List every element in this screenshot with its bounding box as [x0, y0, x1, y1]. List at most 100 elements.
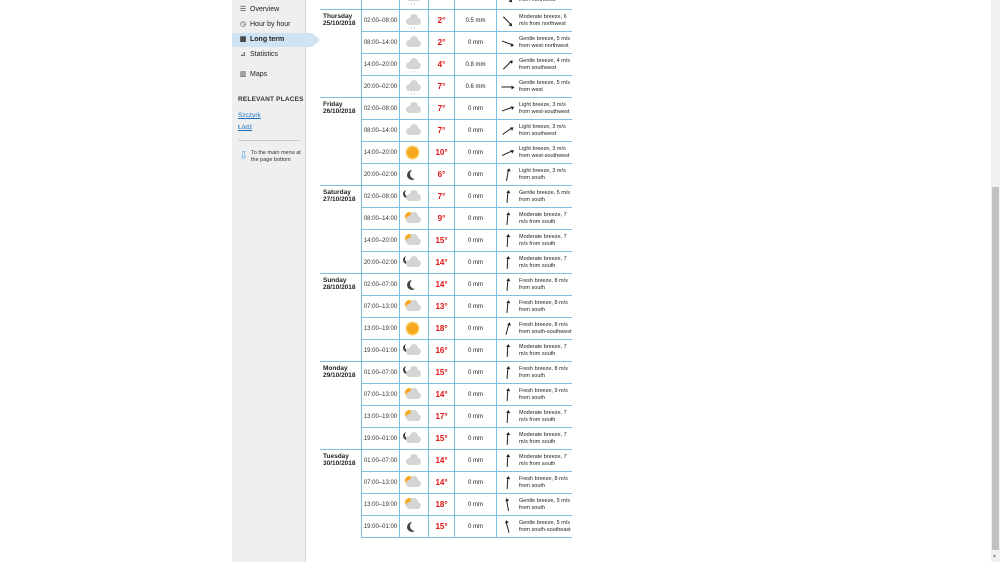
cloud-icon	[404, 123, 424, 138]
precipitation-cell: 0.9 mm	[454, 0, 497, 10]
wind-direction-icon	[506, 388, 509, 401]
wind-direction-icon	[506, 344, 509, 357]
wind-cell: Moderate breeze, 7 m/s from south	[518, 405, 572, 428]
precipitation-cell: 0 mm	[454, 141, 497, 164]
time-cell: 14:00–20:00	[361, 53, 400, 76]
day-cell	[320, 0, 362, 10]
sun-cloud-icon	[404, 497, 424, 512]
temperature-cell: 14°	[428, 251, 455, 274]
wind-cell: Gentle breeze, 5 m/s from south-southeas…	[518, 515, 572, 538]
day-date: 29/10/2018	[323, 372, 356, 379]
moon-cloud-icon	[404, 255, 424, 270]
day-date: 30/10/2018	[323, 460, 356, 467]
cloud-icon	[404, 35, 424, 50]
precipitation-cell: 0.8 mm	[454, 53, 497, 76]
wind-cell: Light breeze, 3 m/s from southwest	[518, 119, 572, 142]
weather-icon-cell	[399, 383, 429, 406]
temperature-cell: 7°	[428, 185, 455, 208]
cloud-icon	[404, 453, 424, 468]
temperature-cell: 7°	[428, 97, 455, 120]
precipitation-cell: 0 mm	[454, 471, 497, 494]
wind-arrow-cell	[496, 141, 518, 164]
precipitation-cell: 0 mm	[454, 339, 497, 362]
day-date: 27/10/2018	[323, 196, 356, 203]
place-link-szczyrk[interactable]: Szczyrk	[238, 112, 261, 119]
cloud-icon	[404, 101, 424, 116]
map-icon: ▥	[239, 71, 247, 78]
weather-icon-cell	[399, 273, 429, 296]
day-cell: Tuesday 30/10/2018	[320, 449, 362, 538]
forecast-row: Monday 29/10/2018 01:00–07:00 15° 0 mm Fresh …	[320, 361, 572, 450]
moon-cloud-icon	[404, 189, 424, 204]
temperature-cell: 15°	[428, 427, 455, 450]
nav-label: Long term	[250, 36, 285, 43]
sun-cloud-icon	[404, 409, 424, 424]
weather-icon-cell	[399, 317, 429, 340]
moon-icon	[404, 168, 424, 182]
clock-icon: ◷	[239, 21, 247, 28]
temperature-cell: 9°	[428, 207, 455, 230]
time-cell: 14:00–20:00	[361, 229, 400, 252]
wind-arrow-cell	[496, 185, 518, 208]
vertical-scrollbar[interactable]: ▼	[991, 0, 1000, 562]
wind-cell: Fresh breeze, 8 m/s from south	[518, 273, 572, 296]
weather-icon-cell	[399, 405, 429, 428]
nav-item-long-term[interactable]: ▦ Long term	[232, 33, 320, 47]
sun-icon	[404, 146, 424, 160]
day-cell: Thursday 25/10/2018	[320, 9, 362, 98]
temperature-cell: 13°	[428, 295, 455, 318]
weather-icon-cell: , ,	[399, 0, 429, 10]
wind-arrow-cell	[496, 317, 518, 340]
temperature-cell: 10°	[428, 141, 455, 164]
wind-direction-icon	[506, 300, 509, 313]
scrollbar-thumb[interactable]	[992, 187, 999, 550]
precipitation-cell: 0 mm	[454, 31, 497, 54]
wind-cell: Fresh breeze, 8 m/s from south	[518, 295, 572, 318]
precipitation-cell: 0 mm	[454, 515, 497, 538]
time-cell: 07:00–13:00	[361, 295, 400, 318]
nav-item-hour-by-hour[interactable]: ◷ Hour by hour	[232, 18, 305, 32]
temperature-cell: 18°	[428, 317, 455, 340]
time-cell: 20:00–02:00	[361, 75, 400, 98]
wind-arrow-cell	[496, 427, 518, 450]
forecast-row: Sunday 28/10/2018 02:00–07:00 14° 0 mm Fresh …	[320, 273, 572, 362]
wind-direction-icon	[506, 256, 509, 269]
wind-cell: Light breeze, 3 m/s from south	[518, 163, 572, 186]
precipitation-cell: 0 mm	[454, 295, 497, 318]
calendar-icon: ▦	[239, 36, 247, 43]
precipitation-cell: 0.6 mm	[454, 75, 497, 98]
time-cell: 01:00–07:00	[361, 449, 400, 472]
weather-icon-cell	[399, 185, 429, 208]
time-cell: 08:00–14:00	[361, 207, 400, 230]
scroll-down-icon[interactable]: ▼	[992, 554, 997, 560]
nav-item-overview[interactable]: ☰ Overview	[232, 3, 305, 17]
wind-arrow-cell	[496, 405, 518, 428]
wind-cell: Moderate breeze, 7 m/s from south	[518, 449, 572, 472]
precipitation-cell: 0 mm	[454, 229, 497, 252]
weather-icon-cell	[399, 31, 429, 54]
time-cell: 13:00–19:00	[361, 493, 400, 516]
temperature-cell: 18°	[428, 493, 455, 516]
wind-direction-icon	[506, 234, 509, 247]
weather-icon-cell	[399, 515, 429, 538]
temperature-cell: 15°	[428, 361, 455, 384]
wind-direction-icon	[502, 15, 513, 26]
precipitation-cell: 0 mm	[454, 493, 497, 516]
precipitation-cell: 0 mm	[454, 383, 497, 406]
wind-arrow-cell	[496, 119, 518, 142]
list-icon: ☰	[239, 6, 247, 13]
wind-cell: Moderate breeze, 7 m/s from south	[518, 207, 572, 230]
forecast-row: Thursday 25/10/2018 02:00–08:00, , 2° 0.5 mm…	[320, 9, 572, 98]
place-link-lodz[interactable]: Łódź	[238, 124, 252, 131]
nav-item-statistics[interactable]: ⊿ Statistics	[232, 48, 305, 62]
time-cell: 20:00–02:00	[361, 163, 400, 186]
precipitation-cell: 0 mm	[454, 119, 497, 142]
wind-arrow-cell	[496, 207, 518, 230]
weather-icon-cell	[399, 251, 429, 274]
nav-item-maps[interactable]: ▥ Maps	[232, 68, 305, 82]
wind-direction-icon	[505, 322, 510, 335]
precipitation-cell: 0 mm	[454, 251, 497, 274]
day-date: 28/10/2018	[323, 284, 356, 291]
wind-direction-icon	[502, 0, 513, 2]
day-name: Thursday	[323, 13, 353, 20]
